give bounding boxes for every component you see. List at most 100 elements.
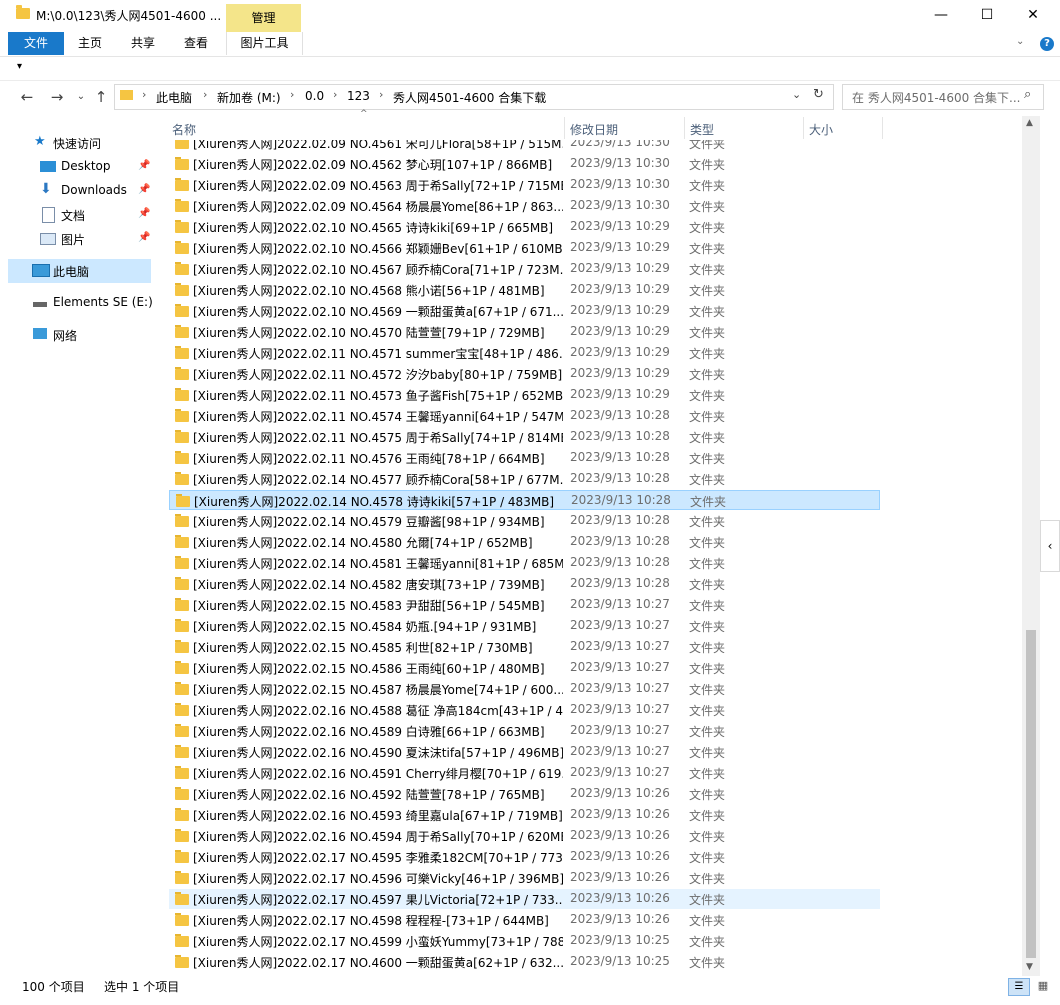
manage-tab[interactable]: 管理 — [226, 4, 301, 32]
scroll-up-icon[interactable]: ▲ — [1026, 118, 1033, 128]
table-row[interactable]: [Xiuren秀人网]2022.02.14 NO.4582 唐安琪[73+1P … — [169, 574, 880, 594]
column-divider[interactable] — [803, 117, 804, 139]
table-row[interactable]: [Xiuren秀人网]2022.02.14 NO.4581 王馨瑶yanni[8… — [169, 553, 880, 573]
nav-documents[interactable]: 文档 📌 — [0, 204, 155, 226]
nav-pictures[interactable]: 图片 📌 — [0, 228, 155, 250]
scroll-down-icon[interactable]: ▼ — [1026, 962, 1033, 972]
table-row[interactable]: [Xiuren秀人网]2022.02.09 NO.4563 周于希Sally[7… — [169, 175, 880, 195]
large-icons-view-icon[interactable]: ▦ — [1034, 978, 1052, 994]
column-type[interactable]: 类型 — [690, 121, 714, 138]
chevron-right-icon[interactable]: › — [379, 88, 383, 101]
table-row[interactable]: [Xiuren秀人网]2022.02.09 NO.4564 杨晨晨Yome[86… — [169, 196, 880, 216]
nav-downloads[interactable]: ⬇ Downloads 📌 — [0, 180, 155, 202]
chevron-right-icon[interactable]: › — [290, 88, 294, 101]
forward-arrow-icon[interactable]: → — [46, 86, 68, 108]
table-row[interactable]: [Xiuren秀人网]2022.02.15 NO.4585 利世[82+1P /… — [169, 637, 880, 657]
table-row[interactable]: [Xiuren秀人网]2022.02.14 NO.4579 豆瓣酱[98+1P … — [169, 511, 880, 531]
table-row[interactable]: [Xiuren秀人网]2022.02.15 NO.4587 杨晨晨Yome[74… — [169, 679, 880, 699]
column-divider[interactable] — [684, 117, 685, 139]
file-name: [Xiuren秀人网]2022.02.11 NO.4571 summer宝宝[4… — [193, 347, 563, 361]
table-row[interactable]: [Xiuren秀人网]2022.02.16 NO.4590 夏沫沫tifa[57… — [169, 742, 880, 762]
tab-view[interactable]: 查看 — [172, 32, 220, 55]
file-type: 文件夹 — [690, 495, 727, 509]
tab-share[interactable]: 共享 — [118, 32, 168, 55]
scrollbar-thumb[interactable] — [1026, 630, 1036, 958]
table-row[interactable]: [Xiuren秀人网]2022.02.09 NO.4561 宋可儿Flora[5… — [169, 140, 880, 153]
tab-file[interactable]: 文件 — [8, 32, 64, 55]
pin-icon[interactable]: 📌 — [138, 184, 150, 195]
table-row[interactable]: [Xiuren秀人网]2022.02.11 NO.4571 summer宝宝[4… — [169, 343, 880, 363]
table-row[interactable]: [Xiuren秀人网]2022.02.17 NO.4596 可樂Vicky[46… — [169, 868, 880, 888]
search-icon[interactable]: ⌕ — [1024, 87, 1031, 102]
tab-home[interactable]: 主页 — [66, 32, 114, 55]
column-date[interactable]: 修改日期 — [570, 121, 618, 138]
column-name[interactable]: 名称 — [172, 121, 196, 138]
table-row[interactable]: [Xiuren秀人网]2022.02.16 NO.4591 Cherry绯月樱[… — [169, 763, 880, 783]
table-row[interactable]: [Xiuren秀人网]2022.02.10 NO.4568 熊小诺[56+1P … — [169, 280, 880, 300]
table-row[interactable]: [Xiuren秀人网]2022.02.11 NO.4573 鱼子酱Fish[75… — [169, 385, 880, 405]
help-icon[interactable]: ? — [1040, 37, 1054, 51]
table-row[interactable]: [Xiuren秀人网]2022.02.17 NO.4599 小蛮妖Yummy[7… — [169, 931, 880, 951]
table-row[interactable]: [Xiuren秀人网]2022.02.16 NO.4594 周于希Sally[7… — [169, 826, 880, 846]
table-row[interactable]: [Xiuren秀人网]2022.02.17 NO.4597 果儿Victoria… — [169, 889, 880, 909]
breadcrumb-this-pc[interactable]: 此电脑 — [156, 89, 192, 106]
table-row[interactable]: [Xiuren秀人网]2022.02.09 NO.4562 梦心玥[107+1P… — [169, 154, 880, 174]
nav-desktop[interactable]: Desktop 📌 — [0, 156, 155, 178]
table-row[interactable]: [Xiuren秀人网]2022.02.11 NO.4576 王雨纯[78+1P … — [169, 448, 880, 468]
table-row[interactable]: [Xiuren秀人网]2022.02.11 NO.4572 汐汐baby[80+… — [169, 364, 880, 384]
table-row[interactable]: [Xiuren秀人网]2022.02.10 NO.4566 郑颖姗Bev[61+… — [169, 238, 880, 258]
table-row[interactable]: [Xiuren秀人网]2022.02.10 NO.4567 顾乔楠Cora[71… — [169, 259, 880, 279]
table-row[interactable]: [Xiuren秀人网]2022.02.16 NO.4593 绮里嘉ula[67+… — [169, 805, 880, 825]
table-row[interactable]: [Xiuren秀人网]2022.02.15 NO.4586 王雨纯[60+1P … — [169, 658, 880, 678]
breadcrumb-current[interactable]: 秀人网4501-4600 合集下载 — [393, 89, 546, 106]
recent-locations-icon[interactable]: ⌄ — [70, 86, 92, 108]
chevron-left-icon[interactable]: ‹ — [1040, 520, 1060, 572]
close-button[interactable]: ✕ — [1010, 0, 1056, 30]
table-row[interactable]: [Xiuren秀人网]2022.02.11 NO.4574 王馨瑶yanni[6… — [169, 406, 880, 426]
details-view-icon[interactable]: ☰ — [1008, 978, 1030, 996]
table-row[interactable]: [Xiuren秀人网]2022.02.17 NO.4598 程程程-[73+1P… — [169, 910, 880, 930]
table-row[interactable]: [Xiuren秀人网]2022.02.14 NO.4580 允爾[74+1P /… — [169, 532, 880, 552]
customize-toolbar-icon[interactable]: ▾ — [17, 61, 22, 72]
table-row[interactable]: [Xiuren秀人网]2022.02.15 NO.4583 尹甜甜[56+1P … — [169, 595, 880, 615]
file-type: 文件夹 — [689, 263, 726, 277]
column-divider[interactable] — [564, 117, 565, 139]
chevron-right-icon[interactable]: › — [142, 88, 146, 101]
nav-quick-access[interactable]: ★ 快速访问 — [0, 132, 155, 154]
pin-icon[interactable]: 📌 — [138, 160, 150, 171]
maximize-button[interactable]: ☐ — [964, 0, 1010, 30]
chevron-down-icon[interactable]: ⌄ — [1016, 36, 1024, 47]
back-arrow-icon[interactable]: ← — [16, 86, 38, 108]
table-row[interactable]: [Xiuren秀人网]2022.02.10 NO.4565 诗诗kiki[69+… — [169, 217, 880, 237]
refresh-icon[interactable]: ↻ — [813, 87, 824, 102]
pin-icon[interactable]: 📌 — [138, 232, 150, 243]
table-row[interactable]: [Xiuren秀人网]2022.02.17 NO.4595 李雅柔182CM[7… — [169, 847, 880, 867]
table-row[interactable]: [Xiuren秀人网]2022.02.16 NO.4588 葛征 净高184cm… — [169, 700, 880, 720]
file-date: 2023/9/13 10:30 — [570, 140, 670, 149]
breadcrumb-folder-123[interactable]: 123 — [347, 89, 370, 103]
table-row[interactable]: [Xiuren秀人网]2022.02.11 NO.4575 周于希Sally[7… — [169, 427, 880, 447]
table-row[interactable]: [Xiuren秀人网]2022.02.16 NO.4592 陆萱萱[78+1P … — [169, 784, 880, 804]
chevron-right-icon[interactable]: › — [203, 88, 207, 101]
up-arrow-icon[interactable]: ↑ — [90, 86, 112, 108]
table-row[interactable]: [Xiuren秀人网]2022.02.16 NO.4589 白诗雅[66+1P … — [169, 721, 880, 741]
nav-network[interactable]: 网络 — [0, 324, 155, 346]
tab-picture-tools[interactable]: 图片工具 — [226, 32, 303, 55]
table-row[interactable]: [Xiuren秀人网]2022.02.15 NO.4584 奶瓶.[94+1P … — [169, 616, 880, 636]
nav-external-drive[interactable]: Elements SE (E:) — [0, 292, 155, 314]
file-type: 文件夹 — [689, 578, 726, 592]
table-row[interactable]: [Xiuren秀人网]2022.02.10 NO.4570 陆萱萱[79+1P … — [169, 322, 880, 342]
chevron-right-icon[interactable]: › — [333, 88, 337, 101]
column-divider[interactable] — [882, 117, 883, 139]
table-row[interactable]: [Xiuren秀人网]2022.02.10 NO.4569 一颗甜蛋黄a[67+… — [169, 301, 880, 321]
breadcrumb-folder-0[interactable]: 0.0 — [305, 89, 324, 103]
breadcrumb-drive[interactable]: 新加卷 (M:) — [217, 89, 281, 106]
pin-icon[interactable]: 📌 — [138, 208, 150, 219]
table-row[interactable]: [Xiuren秀人网]2022.02.17 NO.4600 一颗甜蛋黄a[62+… — [169, 952, 880, 972]
column-size[interactable]: 大小 — [809, 121, 833, 138]
table-row[interactable]: [Xiuren秀人网]2022.02.14 NO.4578 诗诗kiki[57+… — [169, 490, 880, 510]
nav-this-pc[interactable]: 此电脑 — [8, 259, 151, 283]
address-dropdown-icon[interactable]: ⌄ — [792, 88, 801, 101]
table-row[interactable]: [Xiuren秀人网]2022.02.14 NO.4577 顾乔楠Cora[58… — [169, 469, 880, 489]
minimize-button[interactable]: — — [918, 0, 964, 30]
